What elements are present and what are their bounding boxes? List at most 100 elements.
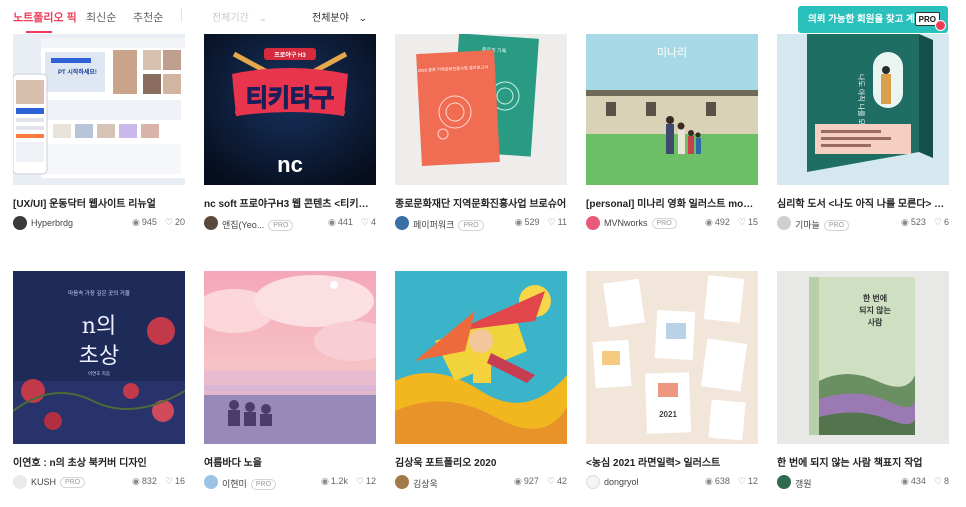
eye-icon: ◉	[132, 476, 140, 486]
svg-text:한 번에: 한 번에	[863, 293, 887, 303]
avatar[interactable]	[13, 475, 27, 489]
project-title[interactable]: 종로문화재단 지역문화진흥사업 브로슈어	[395, 195, 567, 210]
view-count: 523	[910, 217, 926, 227]
eye-icon: ◉	[514, 217, 523, 227]
project-title[interactable]: 김상욱 포트폴리오 2020	[395, 454, 567, 469]
svg-text:nc: nc	[277, 152, 303, 177]
project-thumbnail[interactable]: 한 번에 되지 않는 사람	[777, 271, 949, 444]
project-title[interactable]: 이연호 : n의 초상 북커버 디자인	[13, 454, 185, 469]
project-stats: ◉ 492 ♡ 15	[705, 217, 758, 228]
avatar[interactable]	[13, 216, 27, 230]
eye-icon: ◉	[705, 217, 713, 227]
svg-text:티키타구: 티키타구	[246, 85, 334, 112]
heart-icon: ♡	[933, 476, 942, 486]
author-name[interactable]: 갱원	[795, 477, 812, 490]
svg-text:되지 않는: 되지 않는	[859, 305, 891, 315]
author-name[interactable]: KUSH PRO	[31, 477, 86, 488]
author-name[interactable]: 페이퍼워크 PRO	[413, 218, 484, 231]
project-thumbnail[interactable]	[395, 271, 567, 444]
author-name[interactable]: dongryol	[604, 477, 639, 487]
project-meta: 갱원 ◉ 434 ♡ 8	[777, 475, 949, 491]
like-count: 12	[747, 476, 758, 486]
chevron-down-icon: ⌄	[357, 13, 368, 23]
project-meta: 앤집(Yeo... PRO ◉ 441 ♡ 4	[204, 216, 376, 232]
svg-text:이연호 지음: 이연호 지음	[88, 370, 110, 377]
view-count: 529	[524, 217, 540, 227]
pro-badge: PRO	[823, 220, 850, 231]
project-thumbnail[interactable]: 미나리	[586, 34, 758, 185]
project-meta: 기마늘 PRO ◉ 523 ♡ 6	[777, 216, 949, 232]
author-name[interactable]: 이현미 PRO	[222, 477, 277, 490]
pro-badge: PRO	[651, 218, 677, 229]
notification-dot-icon	[935, 20, 946, 31]
heart-icon: ♡	[547, 217, 556, 227]
project-stats: ◉ 945 ♡ 20	[132, 217, 185, 228]
avatar[interactable]	[204, 475, 218, 489]
project-thumbnail[interactable]: 2021	[586, 271, 758, 444]
pro-badge: PRO	[250, 479, 277, 490]
avatar[interactable]	[204, 216, 218, 230]
tab-notefolio-pick[interactable]: 노트폴리오 픽	[13, 9, 77, 25]
view-count: 832	[141, 476, 157, 486]
project-title[interactable]: 한 번에 되지 않는 사람 책표지 작업	[777, 454, 949, 469]
project-title[interactable]: <농심 2021 라면일력> 일러스트	[586, 454, 758, 469]
project-title[interactable]: 여름바다 노을	[204, 454, 376, 469]
period-dropdown-label: 전체기간	[212, 13, 249, 24]
project-thumbnail[interactable]	[204, 271, 376, 444]
find-pro-member-banner[interactable]: 의뢰 가능한 회원을 찾고 계세요? PRO	[798, 6, 948, 33]
avatar[interactable]	[777, 475, 791, 489]
avatar[interactable]	[395, 475, 409, 489]
project-title[interactable]: nc soft 프로야구H3 웹 콘텐츠 <티키타구...	[204, 195, 376, 210]
like-count: 8	[943, 476, 949, 486]
project-meta: 페이퍼워크 PRO ◉ 529 ♡ 11	[395, 216, 567, 232]
project-thumbnail[interactable]: 나도 아직 나를 모른다	[777, 34, 949, 185]
author-name[interactable]: 김상욱	[413, 477, 438, 490]
author-name[interactable]: 앤집(Yeo... PRO	[222, 218, 294, 231]
avatar[interactable]	[395, 216, 409, 230]
view-count: 434	[910, 476, 926, 486]
heart-icon: ♡	[355, 476, 364, 486]
project-title[interactable]: 심리학 도서 <나도 아직 나를 모른다> 개...	[777, 195, 949, 210]
like-count: 4	[370, 217, 376, 227]
tab-latest[interactable]: 최신순	[86, 9, 116, 25]
like-count: 12	[365, 476, 376, 486]
like-count: 15	[747, 217, 758, 227]
project-meta: MVNworks PRO ◉ 492 ♡ 15	[586, 216, 758, 232]
project-stats: ◉ 1.2k ♡ 12	[321, 476, 376, 487]
eye-icon: ◉	[901, 217, 909, 227]
project-thumbnail[interactable]: 마음속 가장 깊은 곳의 거울 n의 초상 이연호 지음	[13, 271, 185, 444]
author-name[interactable]: MVNworks PRO	[604, 218, 677, 229]
avatar[interactable]	[777, 216, 791, 230]
author-name[interactable]: 기마늘 PRO	[795, 218, 850, 231]
project-stats: ◉ 529 ♡ 11	[515, 217, 567, 228]
eye-icon: ◉	[321, 476, 329, 486]
project-thumbnail[interactable]: 프로야구 H3 티키타구 nc	[204, 34, 376, 185]
avatar[interactable]	[586, 216, 600, 230]
author-name[interactable]: Hyperbrdg	[31, 218, 73, 228]
view-count: 945	[141, 217, 157, 227]
heart-icon: ♡	[737, 476, 746, 486]
like-count: 20	[174, 217, 185, 227]
tab-recommended[interactable]: 추천순	[133, 9, 163, 25]
like-count: 11	[557, 217, 567, 227]
field-dropdown[interactable]: 전체분야 ⌄	[312, 9, 368, 24]
avatar[interactable]	[586, 475, 600, 489]
view-count: 638	[714, 476, 730, 486]
heart-icon: ♡	[546, 476, 555, 486]
period-dropdown[interactable]: 전체기간 ⌄	[212, 9, 267, 24]
view-count: 1.2k	[330, 476, 348, 486]
project-title[interactable]: [UX/UI] 운동닥터 웹사이트 리뉴얼	[13, 195, 185, 210]
project-title[interactable]: [personal] 미나리 영화 일러스트 movie ...	[586, 195, 758, 210]
project-meta: Hyperbrdg ◉ 945 ♡ 20	[13, 216, 185, 232]
like-count: 42	[556, 476, 567, 486]
svg-text:초상: 초상	[79, 344, 119, 369]
top-bar: 노트폴리오 픽 최신순 추천순 전체기간 ⌄ 전체분야 ⌄ 의뢰 가능한 회원을 찾…	[0, 0, 966, 34]
like-count: 6	[943, 217, 949, 227]
pro-badge: PRO	[268, 220, 294, 231]
svg-text:사람: 사람	[868, 317, 883, 327]
field-dropdown-label: 전체분야	[312, 13, 349, 24]
heart-icon: ♡	[933, 217, 942, 227]
active-tab-indicator	[26, 31, 52, 33]
project-thumbnail[interactable]: PT 시작하세요!	[13, 34, 185, 185]
project-thumbnail[interactable]: 종로의 기록 2020 종로 지역문화진흥사업 결과보고서	[395, 34, 567, 185]
